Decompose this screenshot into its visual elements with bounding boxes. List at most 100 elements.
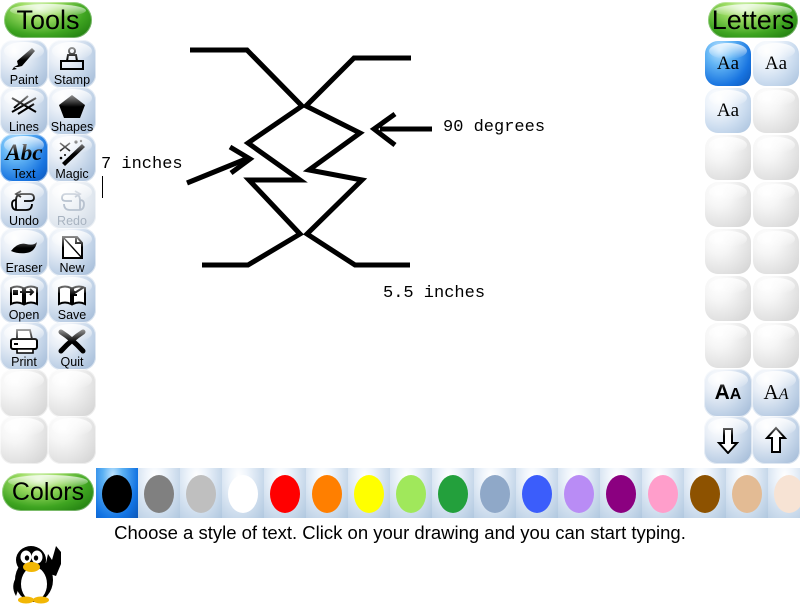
tool-button-quit[interactable]: Quit bbox=[48, 321, 96, 370]
color-dot bbox=[312, 475, 342, 513]
tool-label: Save bbox=[57, 307, 87, 322]
font-button-9 bbox=[753, 229, 799, 274]
save-book-icon bbox=[55, 279, 89, 309]
empty-slot-icon bbox=[7, 386, 41, 416]
arrow-pointing-left bbox=[369, 111, 432, 147]
font-button-0[interactable]: Aa bbox=[705, 41, 751, 86]
tool-button-text[interactable]: Abc Text bbox=[0, 133, 48, 182]
tool-button-redo[interactable]: Redo bbox=[48, 180, 96, 229]
color-swatch-blue[interactable] bbox=[516, 468, 558, 520]
color-swatch-steel-blue[interactable] bbox=[474, 468, 516, 520]
abc-text-icon: Abc bbox=[5, 140, 43, 165]
color-dot bbox=[186, 475, 216, 513]
color-swatch-tan[interactable] bbox=[726, 468, 768, 520]
tuxpaint-window: Tools Paint Stamp Lines Shapes Abc Text Magic U… bbox=[0, 0, 800, 604]
tool-label: Shapes bbox=[50, 119, 94, 134]
tool-button-eraser[interactable]: Eraser bbox=[0, 227, 48, 276]
stamp-icon bbox=[55, 44, 89, 74]
redo-hand-icon bbox=[55, 185, 89, 215]
font-style-serif-button[interactable]: AA bbox=[752, 368, 800, 417]
tool-button-save[interactable]: Save bbox=[48, 274, 96, 323]
color-dot bbox=[438, 475, 468, 513]
color-swatch-cream[interactable] bbox=[768, 468, 800, 520]
tool-button-shapes[interactable]: Shapes bbox=[48, 86, 96, 135]
empty-slot-icon bbox=[55, 433, 89, 463]
label-5-5-inches: 5.5 inches bbox=[383, 284, 486, 303]
tool-label: Open bbox=[8, 307, 40, 322]
tool-button-magic[interactable]: Magic bbox=[48, 133, 96, 182]
color-dot bbox=[522, 475, 552, 513]
color-dot bbox=[102, 475, 132, 513]
tool-button-undo[interactable]: Undo bbox=[0, 180, 48, 229]
right-zigzag bbox=[301, 55, 411, 268]
color-swatch-brown[interactable] bbox=[684, 468, 726, 520]
color-swatch-black[interactable] bbox=[96, 468, 138, 520]
color-dot bbox=[144, 475, 174, 513]
color-swatch-dark-grey[interactable] bbox=[138, 468, 180, 520]
color-swatch-green[interactable] bbox=[432, 468, 474, 520]
tool-button-print[interactable]: Print bbox=[0, 321, 48, 370]
font-sample-label: Aa bbox=[716, 99, 740, 121]
color-swatch-red[interactable] bbox=[264, 468, 306, 520]
undo-hand-icon bbox=[7, 185, 41, 215]
color-swatch-pink[interactable] bbox=[642, 468, 684, 520]
color-swatch-yellow[interactable] bbox=[348, 468, 390, 520]
letters-title-pill: Letters bbox=[708, 2, 798, 38]
scroll-up-button[interactable] bbox=[752, 415, 800, 464]
color-swatch-purple[interactable] bbox=[600, 468, 642, 520]
magic-wand-icon bbox=[55, 138, 89, 168]
tool-button-paint[interactable]: Paint bbox=[0, 39, 48, 88]
arrow-down-icon bbox=[711, 423, 745, 457]
colors-title-label: Colors bbox=[11, 477, 85, 506]
arrow-pointing-right bbox=[186, 144, 255, 186]
tux-penguin bbox=[13, 546, 61, 604]
open-book-icon bbox=[7, 279, 41, 309]
font-button-8 bbox=[705, 229, 751, 274]
tool-button-empty-14 bbox=[0, 368, 48, 417]
drawing-canvas[interactable]: 7 inches 90 degrees 5.5 inches bbox=[96, 0, 704, 468]
font-button-1[interactable]: Aa bbox=[753, 41, 799, 86]
font-button-5 bbox=[753, 135, 799, 180]
font-button-2[interactable]: Aa bbox=[705, 88, 751, 133]
color-dot bbox=[606, 475, 636, 513]
serif-a-italic-a-icon: AA bbox=[763, 380, 789, 404]
eraser-icon bbox=[7, 232, 41, 262]
color-dot bbox=[732, 475, 762, 513]
tool-button-lines[interactable]: Lines bbox=[0, 86, 48, 135]
tool-button-empty-15 bbox=[48, 368, 96, 417]
tool-label: Lines bbox=[9, 119, 39, 134]
colors-title-pill: Colors bbox=[2, 473, 94, 511]
tool-label: Stamp bbox=[53, 72, 91, 87]
mascot-bar bbox=[0, 546, 800, 604]
color-dot bbox=[774, 475, 800, 513]
color-dot bbox=[396, 475, 426, 513]
color-swatch-orange[interactable] bbox=[306, 468, 348, 520]
tools-title-pill: Tools bbox=[4, 2, 92, 38]
tool-button-stamp[interactable]: Stamp bbox=[48, 39, 96, 88]
empty-slot-icon bbox=[55, 386, 89, 416]
tool-button-open[interactable]: Open bbox=[0, 274, 48, 323]
color-swatch-light-green[interactable] bbox=[390, 468, 432, 520]
tool-label: Text bbox=[12, 166, 36, 181]
tools-grid: Paint Stamp Lines Shapes Abc Text Magic Undo Red… bbox=[0, 39, 96, 464]
new-page-icon bbox=[55, 232, 89, 262]
tool-label: New bbox=[59, 260, 85, 275]
printer-icon bbox=[7, 326, 41, 356]
color-swatch-light-grey[interactable] bbox=[180, 468, 222, 520]
font-size-bold-button[interactable]: AA bbox=[704, 368, 752, 417]
tool-label: Eraser bbox=[5, 260, 43, 275]
color-dot bbox=[228, 475, 258, 513]
tool-label: Redo bbox=[57, 213, 87, 228]
lines-icon bbox=[7, 91, 41, 121]
font-button-10 bbox=[705, 276, 751, 321]
text-cursor bbox=[102, 176, 103, 198]
color-swatch-white[interactable] bbox=[222, 468, 264, 520]
tool-label: Print bbox=[11, 354, 37, 369]
color-swatch-lavender[interactable] bbox=[558, 468, 600, 520]
letters-panel: Letters Aa Aa Aa AA AA bbox=[704, 0, 800, 468]
tools-title-label: Tools bbox=[16, 4, 80, 35]
arrow-up-icon bbox=[759, 423, 793, 457]
tool-button-new[interactable]: New bbox=[48, 227, 96, 276]
scroll-down-button[interactable] bbox=[704, 415, 752, 464]
colors-panel: Colors bbox=[0, 468, 800, 520]
